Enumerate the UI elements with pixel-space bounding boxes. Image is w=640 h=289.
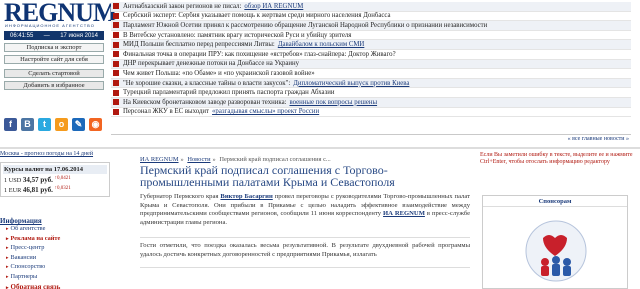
usd-rate: 1 USD 34,57 руб. ↑0,0421 bbox=[3, 174, 107, 184]
headline-link[interactable]: военные пок вопросы решены bbox=[289, 99, 377, 106]
date-separator: — bbox=[43, 32, 50, 39]
info-menu-item[interactable]: Пресс-центр bbox=[0, 244, 110, 254]
rates-title: Курсы валют на 17.06.2014 bbox=[3, 165, 107, 174]
headline-item[interactable]: Чем живет Польша: «по Обаме» и «по украи… bbox=[111, 69, 631, 79]
bullet-icon bbox=[113, 60, 119, 67]
headline-text[interactable]: Турецкий парламентарий предложил принять… bbox=[123, 89, 335, 96]
info-menu-item[interactable]: Спонсорство bbox=[0, 263, 110, 273]
info-menu-item[interactable]: Обратная связь bbox=[0, 283, 110, 289]
breadcrumb: ИА REGNUM» Новости» Пермский край подпис… bbox=[140, 156, 470, 163]
twitter-icon[interactable]: t bbox=[38, 118, 51, 131]
facebook-icon[interactable]: f bbox=[4, 118, 17, 131]
headline-item[interactable]: Финальная точка в операции ПРУ: как похи… bbox=[111, 50, 631, 60]
customize-site-button[interactable]: Настройте сайт для себя bbox=[4, 55, 104, 64]
tagline: ИНФОРМАЦИОННОЕ АГЕНТСТВО bbox=[5, 23, 95, 28]
headline-text[interactable]: Персонал ЖКУ в ЕС выходит bbox=[123, 108, 209, 115]
usd-label: 1 USD bbox=[4, 177, 22, 185]
headline-item[interactable]: Парламент Южной Осетии принял к рассмотр… bbox=[111, 21, 631, 31]
bullet-icon bbox=[113, 70, 119, 77]
headline-item[interactable]: Персонал ЖКУ в ЕС выходит «разгадывая смы… bbox=[111, 108, 631, 118]
p1-intro: Губернатор Пермского края bbox=[140, 193, 219, 200]
bullet-icon bbox=[113, 51, 119, 58]
breadcrumb-sep: » bbox=[180, 156, 184, 163]
rss-icon[interactable]: ◉ bbox=[89, 118, 102, 131]
usd-change: ↑0,0421 bbox=[54, 176, 71, 181]
make-homepage-button[interactable]: Сделать стартовой bbox=[4, 69, 104, 78]
subscribe-export-button[interactable]: Подписка и экспорт bbox=[4, 43, 104, 52]
info-title[interactable]: Информация bbox=[0, 217, 110, 225]
headline-link[interactable]: Давайбалом к польским СМИ bbox=[278, 41, 365, 48]
usd-value: 34,57 руб. bbox=[22, 176, 53, 185]
current-date: 17 июня 2014 bbox=[60, 32, 98, 39]
current-time: 06:41:55 bbox=[10, 32, 34, 39]
livejournal-icon[interactable]: ✎ bbox=[72, 118, 85, 131]
info-menu-item[interactable]: Партнеры bbox=[0, 273, 110, 283]
bullet-icon bbox=[113, 22, 119, 29]
bullet-icon bbox=[113, 32, 119, 39]
headline-item[interactable]: В Витебске установлено: памятник врагу и… bbox=[111, 31, 631, 41]
breadcrumb-current: Пермский край подписал соглашения с... bbox=[219, 156, 331, 163]
all-news-link[interactable]: « все главные новости » bbox=[111, 134, 631, 142]
headline-item[interactable]: Антиабхазский закон регионов не писал: об… bbox=[111, 2, 631, 12]
headline-text[interactable]: ДНР перекрывает денежные потоки на Донба… bbox=[123, 60, 299, 67]
info-menu: Информация Об агентствеРеклама на сайтеП… bbox=[0, 217, 110, 289]
date-bar: 06:41:55 — 17 июня 2014 bbox=[4, 31, 104, 40]
headline-item[interactable]: Турецкий парламентарий предложил принять… bbox=[111, 88, 631, 98]
headline-link[interactable]: обзор ИА REGNUM bbox=[244, 3, 303, 10]
vk-icon[interactable]: В bbox=[21, 118, 34, 131]
eur-label: 1 EUR bbox=[4, 187, 22, 195]
currency-rates: Курсы валют на 17.06.2014 1 USD 34,57 ру… bbox=[0, 162, 110, 198]
info-menu-item[interactable]: Реклама на сайте bbox=[0, 235, 110, 245]
headline-text[interactable]: На Киевском бронетанковом заводе разворо… bbox=[123, 99, 286, 106]
headline-item[interactable]: ДНР перекрывает денежные потоки на Донба… bbox=[111, 59, 631, 70]
article-paragraph-1: Губернатор Пермского края Виктор Басарги… bbox=[140, 193, 470, 227]
bullet-icon bbox=[113, 12, 119, 19]
breadcrumb-sep: » bbox=[212, 156, 216, 163]
divider bbox=[0, 147, 640, 149]
headline-item[interactable]: Сербский эксперт: Сербия указывает помощ… bbox=[111, 12, 631, 22]
bullet-icon bbox=[113, 89, 119, 96]
headline-text[interactable]: Чем живет Польша: «по Обаме» и «по украи… bbox=[123, 70, 315, 77]
eur-change: ↑0,0321 bbox=[54, 186, 71, 192]
headline-text[interactable]: МИД Польши бесплатно перед репрессиями Л… bbox=[123, 41, 275, 48]
sponsor-block[interactable]: Спонсорам bbox=[482, 195, 628, 289]
eur-rate: 1 EUR 46,81 руб. ↑0,0321 bbox=[3, 184, 107, 194]
governor-link[interactable]: Виктор Басаргин bbox=[220, 193, 272, 200]
bullet-icon bbox=[113, 80, 119, 87]
headlines-list: Антиабхазский закон регионов не писал: об… bbox=[111, 2, 631, 118]
agency-link[interactable]: ИА REGNUM bbox=[383, 210, 425, 217]
odnoklassniki-icon[interactable]: о bbox=[55, 118, 68, 131]
article-paragraph-2: Гости отметили, что поездка оказалась ве… bbox=[140, 237, 470, 260]
headline-item[interactable]: На Киевском бронетанковом заводе разворо… bbox=[111, 97, 631, 108]
share-bar bbox=[140, 267, 470, 285]
headline-text[interactable]: "Не хорошие сказки, а классные тайны о в… bbox=[123, 80, 290, 87]
bullet-icon bbox=[113, 99, 119, 106]
sponsor-banner-image[interactable] bbox=[523, 218, 589, 284]
add-favorites-button[interactable]: Добавить в избранное bbox=[4, 81, 104, 90]
headline-link[interactable]: «разгадывая смыслы» проект России bbox=[212, 108, 319, 115]
eur-value: 46,81 руб. bbox=[22, 186, 53, 195]
error-report-notice: Если Вы заметили ошибку в тексте, выдели… bbox=[480, 152, 633, 165]
weather-link[interactable]: Москва - прогноз погоды на 14 дней bbox=[0, 151, 115, 157]
info-menu-item[interactable]: Об агентстве bbox=[0, 225, 110, 235]
logo[interactable]: REGNUM bbox=[4, 0, 117, 26]
headline-text[interactable]: Сербский эксперт: Сербия указывает помощ… bbox=[123, 12, 390, 19]
headline-text[interactable]: Финальная точка в операции ПРУ: как похи… bbox=[123, 51, 396, 58]
bullet-icon bbox=[113, 3, 119, 10]
article-title: Пермский край подписал соглашения с Торг… bbox=[140, 163, 395, 189]
social-links: f Вt о ✎ ◉ bbox=[4, 118, 104, 132]
breadcrumb-home[interactable]: ИА REGNUM bbox=[140, 156, 179, 163]
breadcrumb-news[interactable]: Новости bbox=[187, 156, 210, 163]
headline-text[interactable]: Антиабхазский закон регионов не писал: bbox=[123, 3, 241, 10]
headline-item[interactable]: "Не хорошие сказки, а классные тайны о в… bbox=[111, 78, 631, 89]
headline-text[interactable]: В Витебске установлено: памятник врагу и… bbox=[123, 32, 351, 39]
headline-item[interactable]: МИД Польши бесплатно перед репрессиями Л… bbox=[111, 40, 631, 50]
bullet-icon bbox=[113, 41, 119, 48]
sponsor-title: Спонсорам bbox=[483, 196, 627, 207]
headline-link[interactable]: Дипломатический выпуск против Киева bbox=[293, 80, 409, 87]
info-menu-item[interactable]: Вакансии bbox=[0, 254, 110, 264]
headline-text[interactable]: Парламент Южной Осетии принял к рассмотр… bbox=[123, 22, 487, 29]
bullet-icon bbox=[113, 108, 119, 115]
